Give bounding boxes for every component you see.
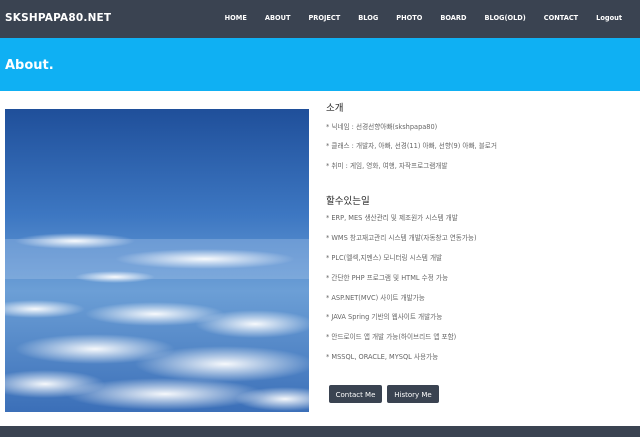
nav-blog[interactable]: BLOG (358, 14, 378, 22)
intro-item-hobby: * 취미 : 게임, 영화, 여행, 자작프로그램개발 (326, 162, 448, 170)
skill-item: * ASP.NET(MVC) 사이트 개발가능 (326, 294, 425, 302)
skill-item: * WMS 창고재고관리 시스템 개발(자동창고 연동가능) (326, 234, 477, 242)
skill-item: * MSSQL, ORACLE, MYSQL 사용가능 (326, 353, 439, 361)
contact-me-button[interactable]: Contact Me (329, 385, 382, 403)
nav-board[interactable]: BOARD (440, 14, 466, 22)
nav-photo[interactable]: PHOTO (396, 14, 422, 22)
skills-heading: 할수있는일 (326, 196, 370, 207)
skill-item: * PLC(멜섹,지멘스) 모니터링 시스템 개발 (326, 254, 443, 262)
nav-about[interactable]: ABOUT (265, 14, 291, 22)
intro-item-nickname: * 닉네임 : 선경선향아빠(skshpapa80) (326, 123, 438, 131)
page-hero: About. (0, 38, 640, 91)
site-brand[interactable]: SKSHPAPA80.NET (5, 12, 111, 24)
nav-logout[interactable]: Logout (596, 14, 622, 22)
nav-blog-old[interactable]: BLOG(OLD) (484, 14, 525, 22)
skill-item: * ERP, MES 생산관리 및 제조원가 시스템 개발 (326, 214, 458, 222)
nav-project[interactable]: PROJECT (308, 14, 340, 22)
top-navbar: SKSHPAPA80.NET HOME ABOUT PROJECT BLOG P… (0, 0, 640, 38)
sky-photo (5, 109, 309, 412)
skill-item: * 간단한 PHP 프로그램 및 HTML 수정 가능 (326, 274, 449, 282)
nav-home[interactable]: HOME (225, 14, 247, 22)
skill-item: * 안드로이드 앱 개발 가능(하이브리드 앱 포함) (326, 333, 457, 341)
history-me-button[interactable]: History Me (387, 385, 439, 403)
skill-item: * JAVA Spring 기반의 웹사이트 개발가능 (326, 313, 443, 321)
intro-item-class: * 클래스 : 개발자, 아빠, 선경(11) 아빠, 선향(9) 아빠, 블로… (326, 142, 497, 150)
page-title: About. (5, 58, 54, 73)
footer-bar (0, 426, 640, 437)
nav-contact[interactable]: CONTACT (544, 14, 578, 22)
main-nav: HOME ABOUT PROJECT BLOG PHOTO BOARD BLOG… (207, 14, 622, 22)
intro-heading: 소개 (326, 103, 344, 114)
